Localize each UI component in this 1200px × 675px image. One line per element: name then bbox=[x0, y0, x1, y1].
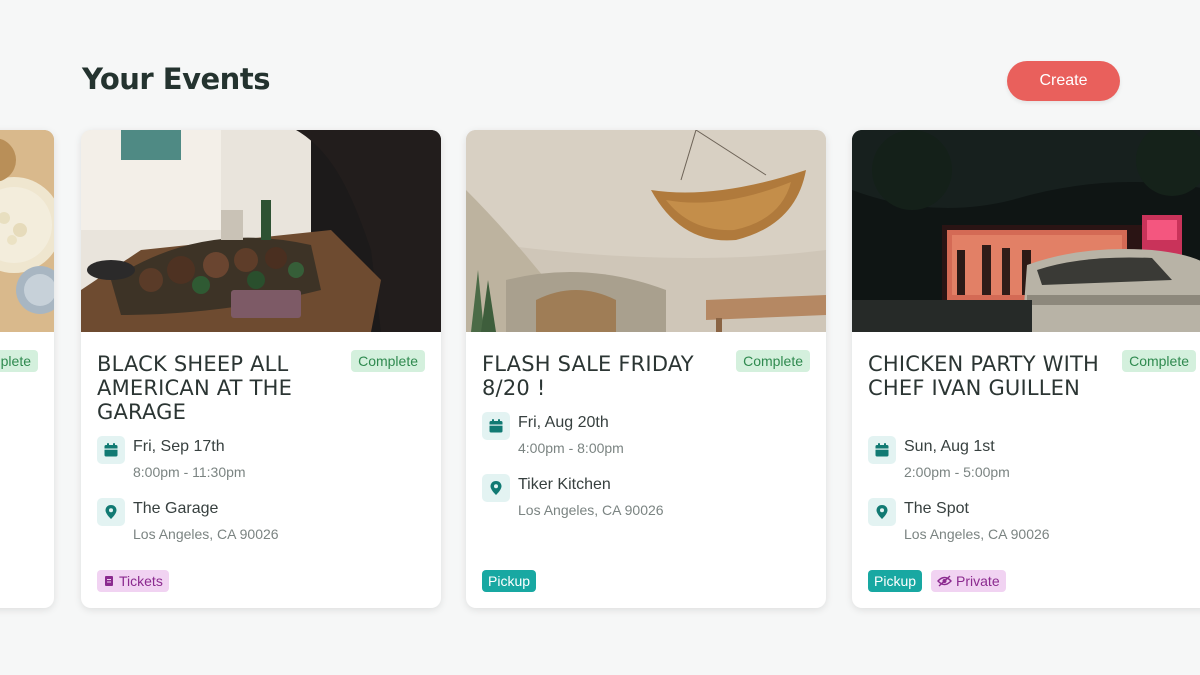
status-badge: Complete bbox=[1122, 350, 1196, 372]
event-card[interactable]: CHICKEN PARTY WITH CHEF IVAN GUILLEN Com… bbox=[852, 130, 1200, 608]
calendar-icon bbox=[868, 436, 896, 464]
event-time: 4:00pm - 8:00pm bbox=[518, 440, 624, 456]
status-badge: Complete bbox=[0, 350, 38, 372]
event-date: Fri, Aug 20th bbox=[518, 414, 609, 431]
event-tags: Tickets bbox=[97, 570, 169, 592]
event-card-partial[interactable]: Complete bbox=[0, 130, 54, 608]
eye-slash-icon bbox=[937, 575, 952, 587]
location-pin-icon bbox=[97, 498, 125, 526]
location-pin-icon bbox=[868, 498, 896, 526]
page-title: Your Events bbox=[82, 62, 270, 96]
event-venue: The Garage bbox=[133, 500, 219, 517]
status-badge: Complete bbox=[736, 350, 810, 372]
tag-label: Pickup bbox=[488, 573, 531, 589]
event-tags: Pickup bbox=[482, 570, 537, 592]
location-pin-icon bbox=[482, 474, 510, 502]
event-image bbox=[852, 130, 1200, 332]
status-badge: Complete bbox=[351, 350, 425, 372]
event-title: FLASH SALE FRIDAY 8/20 ! bbox=[482, 352, 694, 400]
event-image bbox=[466, 130, 826, 332]
event-card[interactable]: FLASH SALE FRIDAY 8/20 ! Complete Fri, A… bbox=[466, 130, 826, 608]
event-address: Los Angeles, CA 90026 bbox=[904, 526, 1050, 542]
pickup-tag: Pickup bbox=[482, 570, 537, 592]
event-time: 8:00pm - 11:30pm bbox=[133, 464, 246, 480]
create-button[interactable]: Create bbox=[1007, 61, 1120, 101]
event-image bbox=[81, 130, 441, 332]
tag-label: Pickup bbox=[874, 573, 917, 589]
event-card[interactable]: BLACK SHEEP ALL AMERICAN AT THE GARAGE C… bbox=[81, 130, 441, 608]
event-time: 2:00pm - 5:00pm bbox=[904, 464, 1010, 480]
event-title: BLACK SHEEP ALL AMERICAN AT THE GARAGE bbox=[97, 352, 293, 424]
event-title: CHICKEN PARTY WITH CHEF IVAN GUILLEN bbox=[868, 352, 1099, 400]
event-venue: Tiker Kitchen bbox=[518, 476, 611, 493]
event-image bbox=[0, 130, 54, 332]
event-date: Sun, Aug 1st bbox=[904, 438, 995, 455]
tickets-tag: Tickets bbox=[97, 570, 169, 592]
event-address: Los Angeles, CA 90026 bbox=[518, 502, 664, 518]
pickup-tag: Pickup bbox=[868, 570, 923, 592]
calendar-icon bbox=[97, 436, 125, 464]
tag-label: Private bbox=[956, 573, 1000, 589]
tag-label: Tickets bbox=[119, 573, 163, 589]
event-date: Fri, Sep 17th bbox=[133, 438, 225, 455]
ticket-icon bbox=[105, 576, 113, 586]
calendar-icon bbox=[482, 412, 510, 440]
private-tag: Private bbox=[931, 570, 1006, 592]
event-venue: The Spot bbox=[904, 500, 969, 517]
event-tags: Pickup Private bbox=[868, 570, 1006, 592]
events-page: Your Events Create Complete bbox=[0, 0, 1200, 675]
event-address: Los Angeles, CA 90026 bbox=[133, 526, 279, 542]
